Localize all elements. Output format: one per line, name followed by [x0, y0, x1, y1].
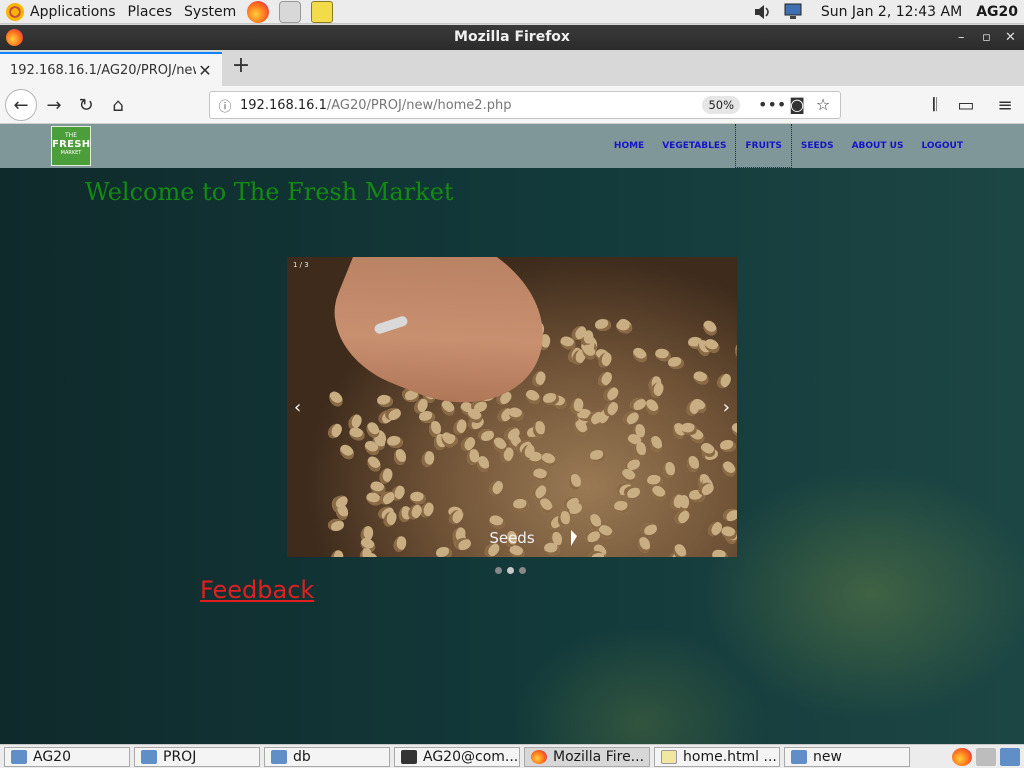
task-ag20-folder[interactable]: AG20 — [4, 746, 130, 767]
nav-about-us[interactable]: ABOUT US — [843, 124, 913, 168]
slide-caption: Seeds — [489, 529, 535, 547]
folder-icon — [271, 749, 287, 764]
library-icon[interactable]: 𝄃 — [921, 91, 949, 119]
user-name[interactable]: AG20 — [972, 4, 1024, 20]
forward-arrow-icon[interactable]: → — [40, 91, 68, 119]
task-new-folder[interactable]: new — [784, 746, 910, 767]
workspace-tray — [952, 747, 1024, 766]
task-terminal[interactable]: AG20@com... — [394, 746, 520, 767]
task-label: PROJ — [163, 748, 197, 765]
firefox-icon — [531, 749, 547, 764]
mouse-cursor — [571, 530, 577, 546]
tab-close-icon[interactable]: ✕ — [196, 61, 214, 80]
image-slideshow[interactable]: 1 / 3 ‹ › Seeds — [287, 257, 737, 557]
slide-counter: 1 / 3 — [293, 261, 309, 269]
places-menu[interactable]: Places — [122, 0, 179, 24]
firefox-tray-icon[interactable] — [952, 747, 972, 766]
minimize-icon[interactable]: – — [958, 25, 965, 50]
zoom-indicator[interactable]: 50% — [702, 96, 740, 114]
logo-line1: THE — [65, 132, 77, 139]
slide-next-arrow[interactable]: › — [723, 397, 730, 418]
task-label: AG20@com... — [423, 748, 519, 765]
folder-icon — [791, 749, 807, 764]
window-titlebar: Mozilla Firefox – ▫ ✕ — [0, 25, 1024, 50]
task-label: Mozilla Fire... — [553, 748, 645, 765]
logo-line2: FRESH — [52, 139, 91, 150]
tab-bar: 192.168.16.1/AG20/PROJ/new ✕ + — [0, 50, 1024, 86]
task-db-folder[interactable]: db — [264, 746, 390, 767]
task-proj-folder[interactable]: PROJ — [134, 746, 260, 767]
task-label: new — [813, 748, 842, 765]
site-menu: HOME VEGETABLES FRUITS SEEDS ABOUT US LO… — [605, 124, 972, 168]
site-info-icon[interactable]: ⓘ — [210, 96, 240, 115]
text-editor-icon — [661, 749, 677, 764]
bookmark-star-icon[interactable]: ☆ — [812, 94, 834, 116]
task-firefox[interactable]: Mozilla Fire... — [524, 746, 650, 767]
task-label: AG20 — [33, 748, 71, 765]
feedback-link[interactable]: Feedback — [200, 576, 314, 604]
nav-seeds[interactable]: SEEDS — [792, 124, 843, 168]
close-window-icon[interactable]: ✕ — [1005, 25, 1016, 50]
slide-dots — [495, 567, 531, 574]
workspace-switcher-icon[interactable] — [976, 747, 996, 766]
network-icon[interactable] — [783, 3, 805, 21]
task-label: db — [293, 748, 311, 765]
bottom-taskbar: AG20 PROJ db AG20@com... Mozilla Fire...… — [0, 744, 1024, 768]
nav-vegetables[interactable]: VEGETABLES — [653, 124, 735, 168]
browser-tab[interactable]: 192.168.16.1/AG20/PROJ/new ✕ — [0, 52, 222, 86]
url-host: 192.168.16.1 — [240, 97, 327, 113]
volume-icon[interactable] — [753, 4, 773, 20]
slide-dot[interactable] — [495, 567, 502, 574]
fresh-market-logo[interactable]: THE FRESH MARKET — [51, 126, 91, 166]
pocket-icon[interactable]: ◙ — [786, 94, 808, 116]
back-arrow-icon[interactable]: ← — [5, 89, 37, 121]
top-panel: Applications Places System Sun Jan 2, 12… — [0, 0, 1024, 24]
url-path: /AG20/PROJ/new/home2.php — [326, 97, 512, 113]
home-icon[interactable]: ⌂ — [104, 91, 132, 119]
firefox-icon — [6, 29, 23, 46]
site-navbar: THE FRESH MARKET HOME VEGETABLES FRUITS … — [0, 124, 1024, 168]
web-page: THE FRESH MARKET HOME VEGETABLES FRUITS … — [0, 124, 1024, 744]
applications-label: Applications — [30, 3, 116, 20]
tab-title: 192.168.16.1/AG20/PROJ/new — [10, 62, 196, 78]
bean-shape — [633, 441, 647, 458]
url-bar[interactable]: ⓘ 192.168.16.1/AG20/PROJ/new/home2.php 5… — [209, 91, 841, 119]
welcome-heading: Welcome to The Fresh Market — [85, 178, 454, 206]
new-tab-icon[interactable]: + — [229, 55, 253, 79]
nav-home[interactable]: HOME — [605, 124, 653, 168]
menu-hamburger-icon[interactable]: ≡ — [991, 91, 1019, 119]
gnome-foot-icon — [6, 2, 24, 21]
window-title: Mozilla Firefox — [454, 29, 570, 45]
slide-dot[interactable] — [507, 567, 514, 574]
page-actions-icon[interactable]: ••• — [758, 94, 786, 116]
task-editor[interactable]: home.html ... — [654, 746, 780, 767]
sidebar-icon[interactable]: ▭ — [952, 91, 980, 119]
slide-prev-arrow[interactable]: ‹ — [294, 397, 301, 418]
firefox-launcher-icon[interactable] — [247, 0, 270, 23]
nav-logout[interactable]: LOGOUT — [912, 124, 972, 168]
applications-menu[interactable]: Applications — [0, 0, 122, 24]
nav-toolbar: ← → ↻ ⌂ ⓘ 192.168.16.1/AG20/PROJ/new/hom… — [0, 86, 1024, 124]
terminal-icon — [401, 749, 417, 764]
notes-launcher-icon[interactable] — [311, 0, 334, 23]
nav-fruits[interactable]: FRUITS — [735, 124, 792, 168]
slide-dot[interactable] — [519, 567, 526, 574]
folder-icon — [141, 749, 157, 764]
maximize-icon[interactable]: ▫ — [982, 25, 991, 50]
task-label: home.html ... — [683, 748, 777, 765]
clock[interactable]: Sun Jan 2, 12:43 AM — [811, 4, 972, 20]
bean-shape — [587, 551, 605, 557]
mail-launcher-icon[interactable] — [279, 0, 302, 23]
logo-line3: MARKET — [60, 150, 82, 156]
folder-icon — [11, 749, 27, 764]
system-menu[interactable]: System — [178, 0, 242, 24]
reload-icon[interactable]: ↻ — [72, 91, 100, 119]
show-desktop-icon[interactable] — [1000, 747, 1020, 766]
